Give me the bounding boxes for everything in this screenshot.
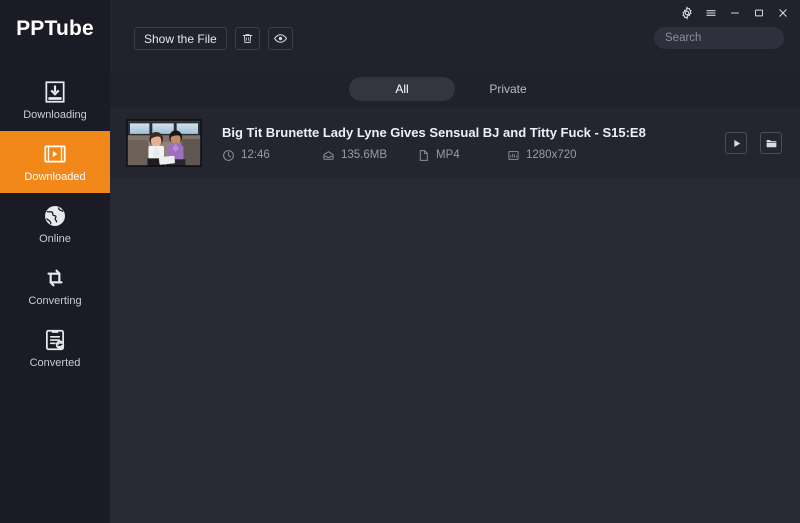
sidebar-item-label: Converted: [29, 357, 81, 369]
gear-icon: [680, 6, 694, 20]
globe-icon: [42, 203, 68, 229]
sidebar-item-label: Downloading: [23, 109, 87, 121]
meta-format: MP4: [417, 149, 507, 162]
action-toolbar: Show the File: [134, 27, 293, 50]
sidebar-item-downloading[interactable]: Downloading: [0, 69, 110, 131]
clock-icon: [222, 149, 235, 162]
sidebar-item-label: Converting: [28, 295, 82, 307]
item-title: Big Tit Brunette Lady Lyne Gives Sensual…: [222, 124, 646, 140]
eye-icon: [273, 31, 288, 46]
window-controls: [676, 3, 794, 23]
search-input[interactable]: [654, 27, 784, 49]
folder-icon: [765, 137, 778, 150]
download-list: Big Tit Brunette Lady Lyne Gives Sensual…: [110, 108, 800, 523]
tab-all[interactable]: All: [349, 77, 455, 101]
meta-format-value: MP4: [436, 149, 460, 161]
minimize-button[interactable]: [724, 3, 746, 23]
sidebar-item-converting[interactable]: Converting: [0, 255, 110, 317]
maximize-button[interactable]: [748, 3, 770, 23]
sidebar-item-online[interactable]: Online: [0, 193, 110, 255]
show-the-file-button[interactable]: Show the File: [134, 27, 227, 50]
meta-duration-value: 12:46: [241, 149, 270, 161]
meta-size: 135.6MB: [322, 149, 417, 162]
download-box-icon: [42, 79, 68, 105]
meta-resolution: 1280x720: [507, 149, 627, 162]
sidebar-nav: Downloading Downloaded Online Converting…: [0, 69, 110, 379]
item-actions: [725, 132, 784, 154]
title-bar: Show the File: [110, 0, 800, 70]
menu-button[interactable]: [700, 3, 722, 23]
app-logo: PPTube: [16, 17, 94, 40]
hamburger-icon: [704, 6, 718, 20]
close-icon: [776, 6, 790, 20]
close-button[interactable]: [772, 3, 794, 23]
sidebar: PPTube Downloading Downloaded Online Con…: [0, 0, 110, 523]
sidebar-item-downloaded[interactable]: Downloaded: [0, 131, 110, 193]
convert-arrows-icon: [42, 265, 68, 291]
box-icon: [322, 149, 335, 162]
sidebar-item-label: Online: [39, 233, 71, 245]
minimize-icon: [728, 6, 742, 20]
delete-button[interactable]: [234, 27, 260, 50]
sidebar-item-converted[interactable]: Converted: [0, 317, 110, 379]
app-window: PPTube Downloading Downloaded Online Con…: [0, 0, 800, 523]
filter-tabs: All Private: [110, 70, 800, 108]
video-thumbnail: [126, 119, 202, 167]
item-details: Big Tit Brunette Lady Lyne Gives Sensual…: [202, 125, 725, 162]
image-icon: [507, 149, 520, 162]
main-pane: Show the File Search All Private Big Tit…: [110, 0, 800, 523]
item-metadata: 12:46 135.6MB MP4 1280x720: [222, 149, 725, 162]
play-button[interactable]: [725, 132, 747, 154]
clipboard-refresh-icon: [42, 327, 68, 353]
maximize-icon: [752, 6, 766, 20]
sidebar-item-label: Downloaded: [24, 171, 86, 183]
settings-button[interactable]: [676, 3, 698, 23]
meta-resolution-value: 1280x720: [526, 149, 577, 161]
play-icon: [730, 137, 743, 150]
preview-button[interactable]: [267, 27, 293, 50]
file-icon: [417, 149, 430, 162]
meta-size-value: 135.6MB: [341, 149, 388, 161]
trash-icon: [241, 32, 254, 45]
tab-private[interactable]: Private: [455, 77, 561, 101]
film-play-icon: [42, 141, 68, 167]
meta-duration: 12:46: [222, 149, 322, 162]
open-folder-button[interactable]: [760, 132, 782, 154]
list-item[interactable]: Big Tit Brunette Lady Lyne Gives Sensual…: [110, 108, 800, 178]
